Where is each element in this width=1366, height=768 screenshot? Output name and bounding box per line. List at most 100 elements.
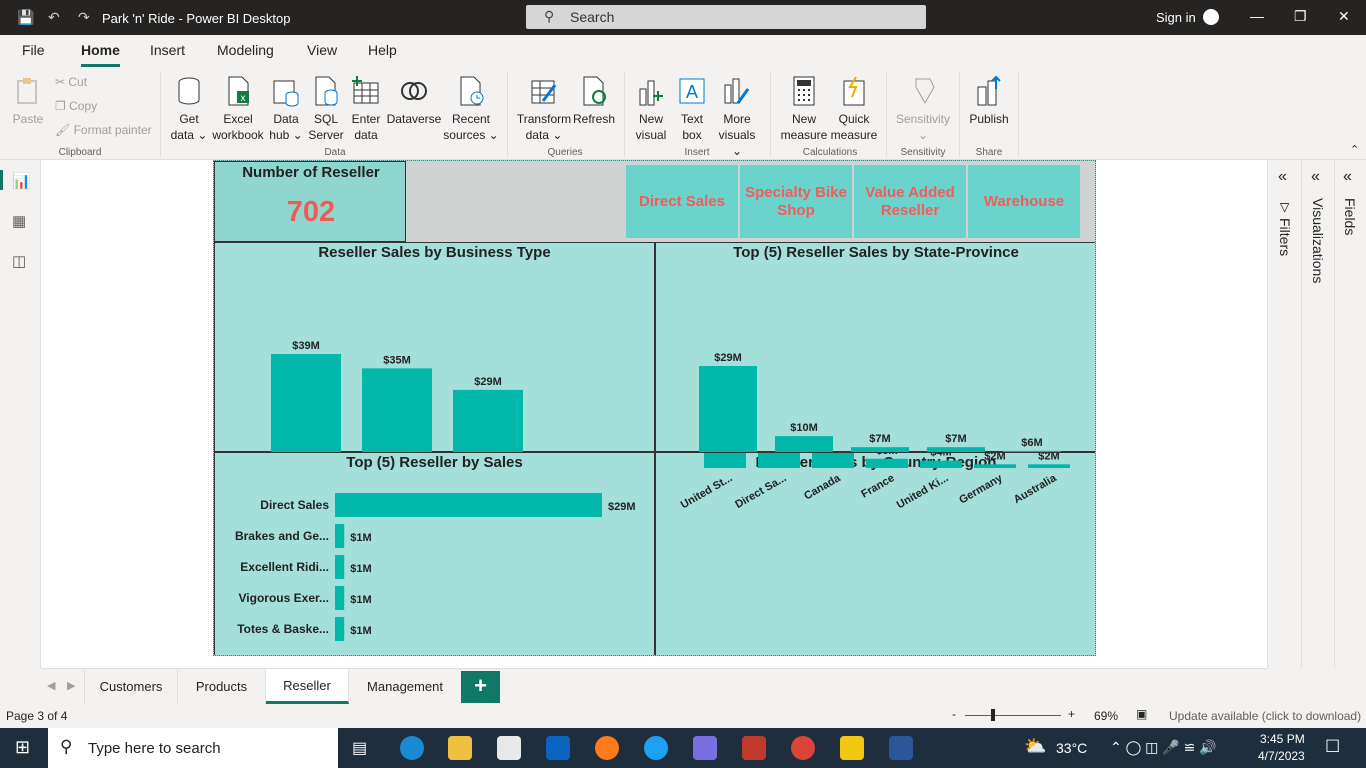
undo-icon[interactable]: ↶ (48, 9, 60, 26)
sensitivity-button[interactable]: Sensitivity ⌄ (893, 75, 953, 143)
transform-data-button[interactable]: Transform data ⌄ (515, 75, 573, 143)
bar[interactable] (335, 586, 345, 610)
tab-reseller[interactable]: Reseller (266, 669, 349, 704)
power-bi-icon[interactable] (840, 736, 864, 760)
bar[interactable] (974, 464, 1016, 468)
power-automate-icon[interactable] (693, 736, 717, 760)
twitter-icon[interactable] (644, 736, 668, 760)
zoom-slider[interactable] (965, 715, 1061, 716)
edge-icon[interactable] (400, 736, 424, 760)
minimize-icon[interactable]: — (1250, 8, 1264, 24)
taskbar-search[interactable]: ⚲ Type here to search (48, 728, 338, 768)
clock-time[interactable]: 3:45 PM (1260, 732, 1305, 746)
report-view-icon[interactable]: 📊 (12, 172, 31, 190)
bar[interactable] (453, 389, 523, 453)
bar[interactable] (775, 436, 833, 453)
chart-top-resellers[interactable]: Top (5) Reseller by Sales Direct Sales $2… (214, 452, 655, 655)
menu-home[interactable]: Home (81, 42, 120, 67)
firefox-icon[interactable] (595, 736, 619, 760)
new-measure-button[interactable]: New measure (779, 75, 829, 143)
cut-button[interactable]: ✂ Cut (55, 75, 87, 89)
dataverse-button[interactable]: Dataverse (386, 75, 442, 127)
store-icon[interactable] (497, 736, 521, 760)
save-icon[interactable]: 💾 (17, 9, 34, 26)
task-view-icon[interactable]: ▤ (352, 738, 367, 758)
publish-button[interactable]: Publish (966, 75, 1012, 127)
prev-page-icon[interactable]: ◀ (47, 679, 55, 692)
next-page-icon[interactable]: ▶ (67, 679, 75, 692)
model-view-icon[interactable]: ◫ (12, 252, 26, 270)
new-visual-button[interactable]: New visual (632, 75, 670, 143)
tab-customers[interactable]: Customers (84, 669, 178, 704)
bar[interactable] (758, 453, 800, 468)
kpi-card[interactable]: Number of Reseller 702 (214, 161, 406, 242)
copy-button[interactable]: ❐ Copy (55, 99, 97, 113)
refresh-button[interactable]: Refresh (573, 75, 615, 127)
zoom-thumb[interactable] (991, 709, 995, 721)
table-view-icon[interactable]: ▦ (12, 212, 26, 230)
menu-modeling[interactable]: Modeling (217, 42, 274, 58)
excel-workbook-button[interactable]: x Excel workbook (210, 75, 266, 143)
chart-business-type[interactable]: Reseller Sales by Business Type $39MWare… (214, 242, 655, 453)
notifications-icon[interactable]: ☐ (1325, 737, 1340, 757)
fields-pane[interactable]: « Fields (1334, 160, 1366, 668)
filters-pane[interactable]: « ▽ Filters (1267, 160, 1301, 668)
chart-country-region[interactable]: Reseller Sales by Country-Region $54MUni… (655, 452, 1095, 655)
format-painter-button[interactable]: 🖌 Format painter (55, 123, 152, 137)
bar[interactable] (699, 366, 757, 453)
bar[interactable] (335, 555, 345, 579)
menu-insert[interactable]: Insert (150, 42, 185, 58)
slicer-direct-sales[interactable]: Direct Sales (626, 165, 738, 238)
sign-in-link[interactable]: Sign in (1156, 10, 1196, 25)
chart-state-province[interactable]: Top (5) Reseller Sales by State-Province… (655, 242, 1095, 453)
file-explorer-icon[interactable] (448, 736, 472, 760)
tray-icons[interactable]: ⌃ ◯ ◫ 🎤 ≌ 🔊 (1110, 739, 1217, 756)
weather-icon[interactable]: ⛅ (1024, 736, 1046, 757)
tab-products[interactable]: Products (178, 669, 266, 704)
bar[interactable] (866, 458, 908, 468)
restore-icon[interactable]: ❐ (1294, 8, 1307, 25)
mail-icon[interactable] (546, 736, 570, 760)
sql-server-button[interactable]: SQL Server (306, 75, 346, 143)
fit-page-icon[interactable]: ▣ (1136, 707, 1147, 721)
chrome-icon[interactable] (791, 736, 815, 760)
tab-management[interactable]: Management (349, 669, 461, 704)
bar[interactable] (362, 368, 432, 453)
text-box-button[interactable]: A Text box (673, 75, 711, 143)
quick-measure-button[interactable]: Quick measure (829, 75, 879, 143)
collapse-filters-icon[interactable]: « (1278, 168, 1287, 186)
bar[interactable] (335, 493, 602, 517)
bar[interactable] (335, 617, 345, 641)
recent-sources-button[interactable]: Recent sources ⌄ (443, 75, 499, 143)
menu-help[interactable]: Help (368, 42, 397, 58)
redo-icon[interactable]: ↷ (78, 9, 90, 26)
menu-file[interactable]: File (22, 42, 45, 58)
slicer-warehouse[interactable]: Warehouse (968, 165, 1080, 238)
bar[interactable] (920, 460, 962, 468)
zoom-in-button[interactable]: + (1068, 707, 1075, 721)
bar[interactable] (704, 453, 746, 468)
collapse-fields-icon[interactable]: « (1343, 168, 1352, 186)
clock-date[interactable]: 4/7/2023 (1258, 749, 1305, 763)
avatar[interactable] (1203, 9, 1219, 25)
search-input[interactable]: ⚲ Search (526, 5, 926, 29)
add-page-button[interactable]: + (461, 671, 500, 703)
data-hub-button[interactable]: Data hub ⌄ (268, 75, 304, 143)
get-data-button[interactable]: Get data ⌄ (170, 75, 208, 143)
word-icon[interactable] (889, 736, 913, 760)
collapse-visualizations-icon[interactable]: « (1311, 168, 1320, 186)
bar[interactable] (335, 524, 345, 548)
update-link[interactable]: Update available (click to download) (1169, 709, 1361, 723)
windows-start-icon[interactable]: ⊞ (15, 737, 30, 758)
close-icon[interactable]: ✕ (1338, 8, 1350, 25)
enter-data-button[interactable]: Enter data (347, 75, 385, 143)
bar[interactable] (812, 453, 854, 468)
bar[interactable] (271, 354, 341, 453)
vlc-icon[interactable] (742, 736, 766, 760)
collapse-ribbon-icon[interactable]: ⌃ (1350, 143, 1359, 156)
menu-view[interactable]: View (307, 42, 337, 58)
temperature[interactable]: 33°C (1056, 740, 1087, 756)
slicer-specialty-bike-shop[interactable]: Specialty Bike Shop (740, 165, 852, 238)
slicer-value-added-reseller[interactable]: Value Added Reseller (854, 165, 966, 238)
paste-button[interactable]: Paste (10, 75, 46, 127)
